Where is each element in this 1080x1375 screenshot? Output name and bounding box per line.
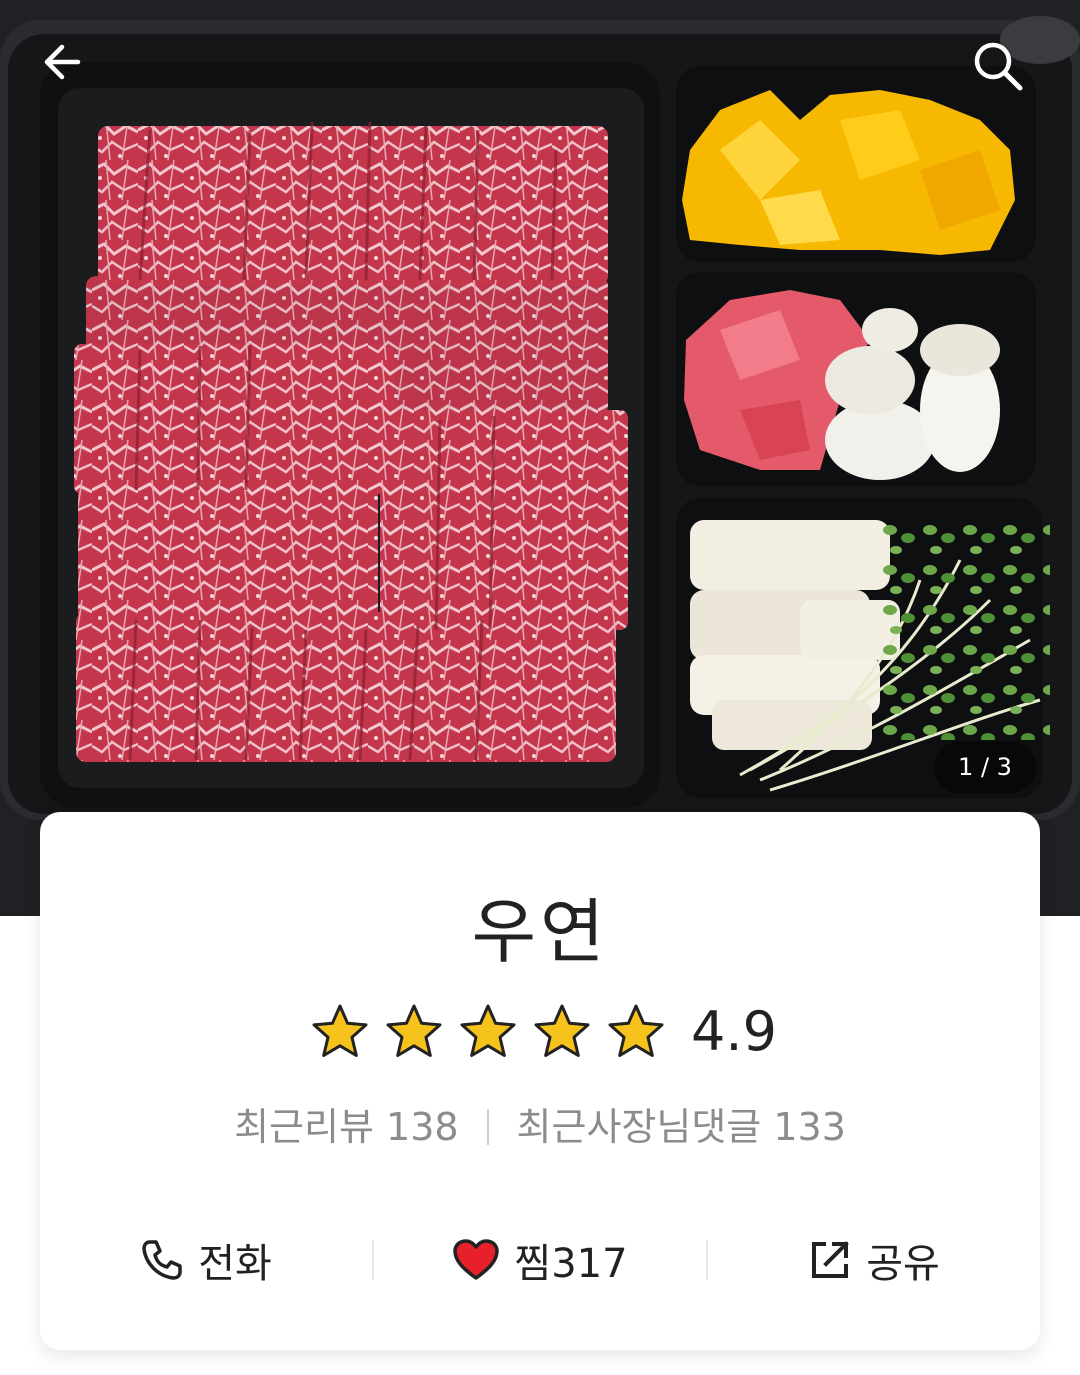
review-summary: 최근리뷰 138 최근사장님댓글 133	[40, 1104, 1040, 1150]
store-photo-gallery[interactable]: 1 / 3	[0, 0, 1080, 916]
arrow-left-icon	[44, 44, 81, 80]
star-icon	[608, 1004, 664, 1057]
share-button[interactable]: 공유	[708, 1220, 1040, 1300]
star-icon	[460, 1004, 516, 1057]
like-button[interactable]: 찜317	[374, 1220, 706, 1300]
rating-row: 4.9	[40, 1002, 1040, 1062]
call-label: 전화	[198, 1241, 272, 1287]
share-label: 공유	[866, 1241, 940, 1287]
star-icon	[534, 1004, 590, 1057]
star-icon	[312, 1004, 368, 1057]
recent-reviews-link[interactable]: 최근리뷰 138	[234, 1104, 458, 1150]
back-button[interactable]	[38, 38, 110, 110]
action-bar: 전화 찜317 공유	[40, 1220, 1040, 1300]
store-name: 우연	[471, 891, 609, 973]
rating-value: 4.9	[691, 1000, 777, 1063]
photo-counter-text: 1 / 3	[958, 753, 1012, 781]
like-label: 찜317	[514, 1241, 628, 1287]
divider	[486, 1109, 489, 1145]
share-icon	[812, 1241, 850, 1278]
star-icon	[386, 1004, 442, 1057]
search-button[interactable]	[970, 38, 1042, 110]
food-photo	[0, 0, 1080, 916]
store-info-card: 우연 4.9 최근리뷰 138 최근사장님댓글 133 전화 찜317 공유	[40, 812, 1040, 1350]
search-icon	[974, 42, 1023, 91]
call-button[interactable]: 전화	[40, 1220, 372, 1300]
heart-icon	[453, 1239, 500, 1280]
store-detail-screen: 1 / 3 우연 4.9 최근리뷰 138 최근사장님댓글 133 전화 찜31…	[0, 0, 1080, 1375]
photo-counter-badge: 1 / 3	[934, 741, 1036, 793]
phone-icon	[142, 1240, 182, 1280]
owner-comments-link[interactable]: 최근사장님댓글 133	[517, 1104, 846, 1150]
